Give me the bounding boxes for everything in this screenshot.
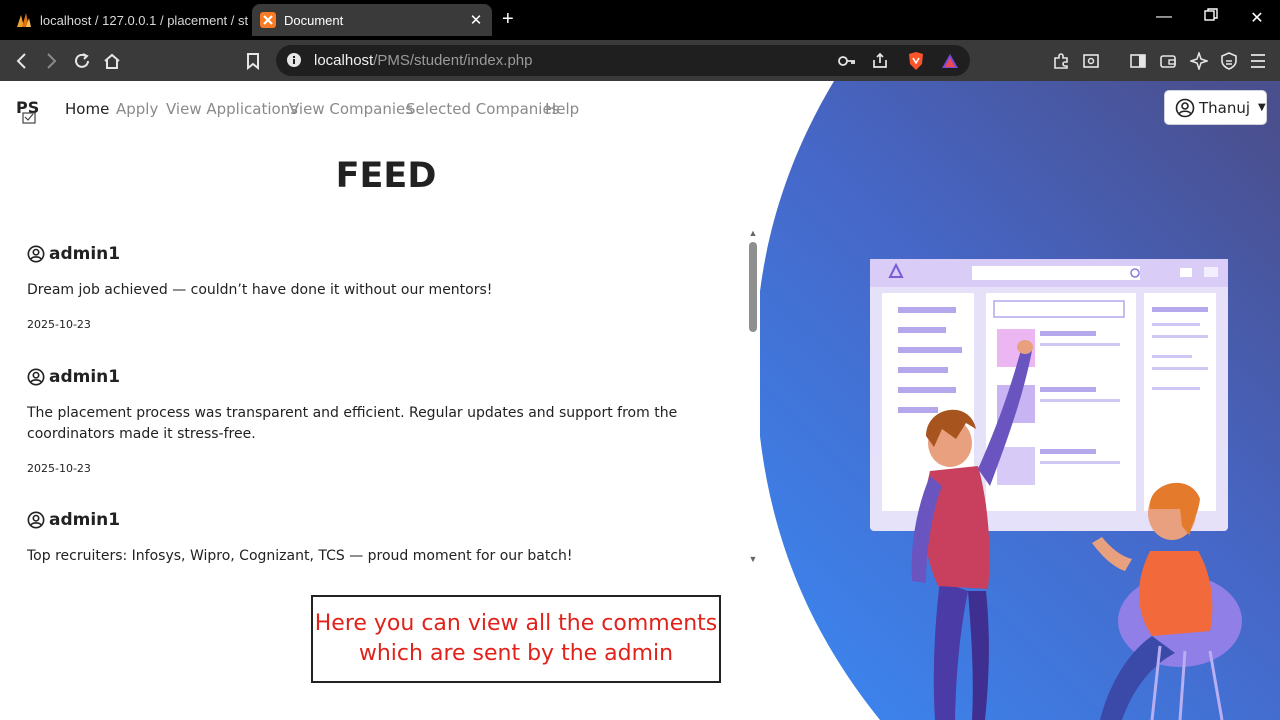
feed-post: admin1 Dream job achieved — couldn’t hav…: [27, 242, 739, 331]
sidebar-icon[interactable]: [1125, 48, 1151, 74]
extensions-icon[interactable]: [1048, 48, 1074, 74]
user-circle-icon: [27, 368, 45, 386]
url-text[interactable]: localhost/PMS/student/index.php: [314, 52, 532, 69]
post-date: 2025-10-23: [27, 462, 91, 475]
post-message: Dream job achieved — couldn’t have done …: [27, 282, 493, 298]
browser-toolbar: localhost/PMS/student/index.php: [0, 40, 1280, 81]
user-name: Thanuj: [1199, 98, 1251, 117]
bookmark-icon[interactable]: [240, 48, 266, 74]
page-viewport: PS Home Apply View Applications View Com…: [0, 81, 1280, 720]
caret-down-icon: ▼: [1258, 102, 1266, 113]
leo-ai-icon[interactable]: [1186, 48, 1212, 74]
tab-title: Document: [284, 12, 344, 28]
home-icon[interactable]: [99, 48, 125, 74]
annotation-line: Here you can view all the comments: [314, 611, 718, 636]
close-tab-icon[interactable]: ✕: [466, 11, 486, 29]
post-author: admin1: [49, 367, 121, 387]
nav-selected-companies[interactable]: Selected Companies: [406, 100, 560, 118]
feed-scrollbar[interactable]: ▲ ▼: [746, 226, 760, 566]
nav-view-applications[interactable]: View Applications: [166, 100, 298, 118]
feed-title: FEED: [335, 156, 437, 196]
feed-list: admin1 Dream job achieved — couldn’t hav…: [0, 226, 760, 566]
brave-shields-icon[interactable]: [903, 48, 929, 74]
user-dropdown-button[interactable]: Thanuj ▼: [1164, 90, 1267, 125]
forward-icon[interactable]: [38, 48, 64, 74]
xampp-icon: [260, 12, 276, 28]
tab-title: localhost / 127.0.0.1 / placement / st: [40, 12, 248, 28]
share-icon[interactable]: [867, 48, 893, 74]
svg-text:PS: PS: [16, 98, 39, 117]
wallet-icon[interactable]: [1155, 48, 1181, 74]
nav-help[interactable]: Help: [545, 100, 579, 118]
site-navbar: PS Home Apply View Applications View Com…: [0, 81, 760, 137]
brave-rewards-icon[interactable]: [937, 48, 963, 74]
post-message: Top recruiters: Infosys, Wipro, Cognizan…: [27, 548, 573, 564]
back-icon[interactable]: [9, 48, 35, 74]
reload-icon[interactable]: [69, 48, 95, 74]
browser-tab-bar: localhost / 127.0.0.1 / placement / st D…: [0, 0, 1280, 40]
tab-document[interactable]: Document ✕: [252, 4, 492, 36]
user-circle-icon: [1175, 98, 1195, 117]
phpmyadmin-icon: [17, 13, 31, 27]
scroll-up-icon[interactable]: ▲: [748, 228, 758, 238]
minimize-icon[interactable]: —: [1149, 8, 1179, 26]
post-author: admin1: [49, 510, 121, 530]
post-date: 2025-10-23: [27, 318, 91, 331]
reader-mode-icon[interactable]: [1078, 48, 1104, 74]
site-info-icon[interactable]: [286, 52, 302, 68]
user-circle-icon: [27, 245, 45, 263]
scrollbar-thumb[interactable]: [749, 242, 757, 332]
tab-phpmyadmin[interactable]: localhost / 127.0.0.1 / placement / st: [8, 4, 248, 36]
brand-logo[interactable]: PS: [16, 95, 46, 125]
feed-post: admin1 Top recruiters: Infosys, Wipro, C…: [27, 508, 739, 566]
nav-apply[interactable]: Apply: [116, 100, 158, 118]
key-icon[interactable]: [834, 48, 860, 74]
annotation-line: which are sent by the admin: [358, 641, 674, 666]
restore-icon[interactable]: [1196, 8, 1226, 27]
annotation-callout: Here you can view all the comments which…: [311, 595, 721, 683]
vpn-icon[interactable]: [1216, 48, 1242, 74]
feed-post: admin1 The placement process was transpa…: [27, 365, 739, 475]
new-tab-button[interactable]: +: [502, 8, 514, 30]
post-author: admin1: [49, 244, 121, 264]
nav-home[interactable]: Home: [65, 100, 109, 118]
hero-illustration: [870, 259, 1242, 720]
menu-icon[interactable]: [1245, 48, 1271, 74]
nav-view-companies[interactable]: View Companies: [289, 100, 413, 118]
user-circle-icon: [27, 511, 45, 529]
scroll-down-icon[interactable]: ▼: [748, 554, 758, 564]
address-bar[interactable]: localhost/PMS/student/index.php: [276, 45, 970, 76]
post-message: The placement process was transparent an…: [27, 405, 678, 442]
close-window-icon[interactable]: ✕: [1242, 8, 1272, 28]
